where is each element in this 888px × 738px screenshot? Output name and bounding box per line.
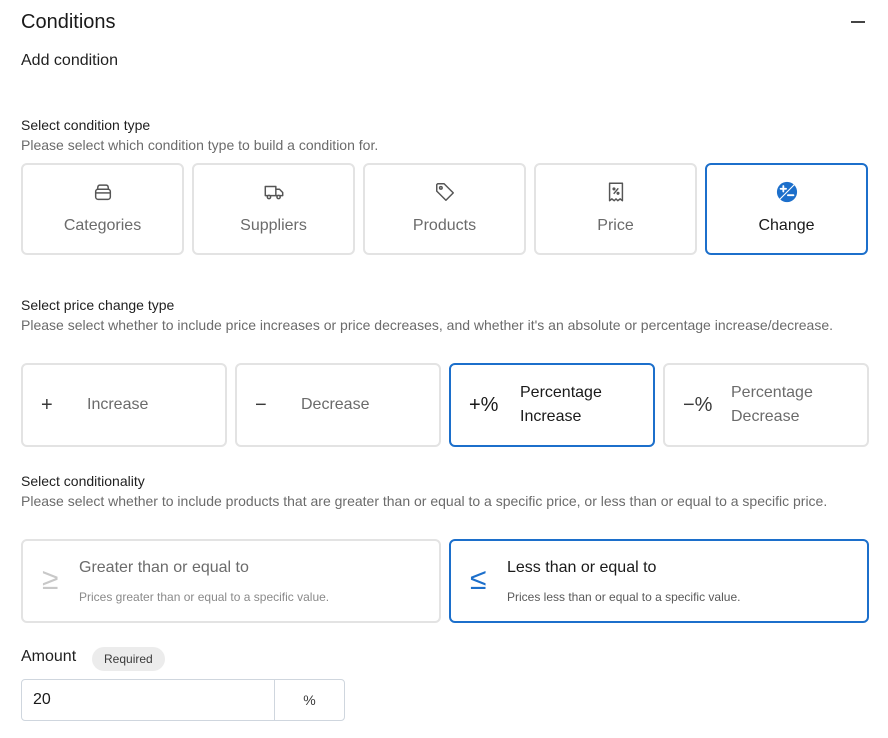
condition-type-label-text: Categories [63,217,142,234]
condition-type-products[interactable]: Products [363,163,526,255]
change-type-label-text: Percentage Decrease [731,384,813,425]
plus-icon: + [41,393,53,416]
condition-type-suppliers[interactable]: Suppliers [192,163,355,255]
change-type-decrease[interactable]: − Decrease [235,363,441,447]
box-icon [94,184,111,201]
change-type-help: Please select whether to include price i… [21,317,834,333]
conditionality-description: Prices greater than or equal to a specif… [79,590,330,604]
condition-type-label-text: Suppliers [240,217,307,234]
conditionality-name: Greater than or equal to [79,559,249,576]
change-type-increase[interactable]: + Increase [21,363,227,447]
receipt-icon [608,182,623,202]
change-type-percentage-decrease[interactable]: −% Percentage Decrease [663,363,869,447]
condition-type-categories[interactable]: Categories [21,163,184,255]
minus-icon: − [255,393,267,416]
condition-type-label-text: Change [758,217,815,234]
condition-type-label: Select condition type [21,117,151,133]
change-type-label-text: Increase [87,396,149,413]
section-header: Conditions [21,8,867,36]
plus-minus-circle-icon [776,181,797,203]
change-type-label-text: Percentage Increase [520,384,602,425]
conditionality-help: Please select whether to include product… [21,493,828,509]
conditionality-label: Select conditionality [21,473,145,489]
condition-type-label-text: Price [597,217,634,234]
add-condition-heading: Add condition [21,52,118,69]
conditionality-less-equal[interactable]: ≤ Less than or equal to Prices less than… [449,539,869,623]
amount-unit: % [274,679,345,721]
greater-equal-icon: ≥ [42,563,59,596]
change-type-percentage-increase[interactable]: +% Percentage Increase [449,363,655,447]
less-equal-icon: ≤ [470,563,487,596]
change-type-label-text: Decrease [301,396,370,413]
minus-icon[interactable] [849,8,867,36]
plus-percent-icon: +% [469,393,499,416]
condition-type-help: Please select which condition type to bu… [21,137,379,153]
condition-type-label-text: Products [412,217,477,234]
change-type-label: Select price change type [21,297,175,313]
truck-icon [264,185,283,200]
required-badge: Required [92,647,165,671]
condition-type-change[interactable]: Change [705,163,868,255]
condition-type-price[interactable]: Price [534,163,697,255]
conditionality-description: Prices less than or equal to a specific … [507,590,741,604]
tag-icon [435,183,454,201]
amount-input[interactable] [21,679,275,721]
conditionality-greater-equal[interactable]: ≥ Greater than or equal to Prices greate… [21,539,441,623]
minus-percent-icon: −% [683,393,713,416]
amount-label: Amount [21,648,77,665]
section-title: Conditions [21,11,116,33]
conditionality-name: Less than or equal to [507,559,657,576]
